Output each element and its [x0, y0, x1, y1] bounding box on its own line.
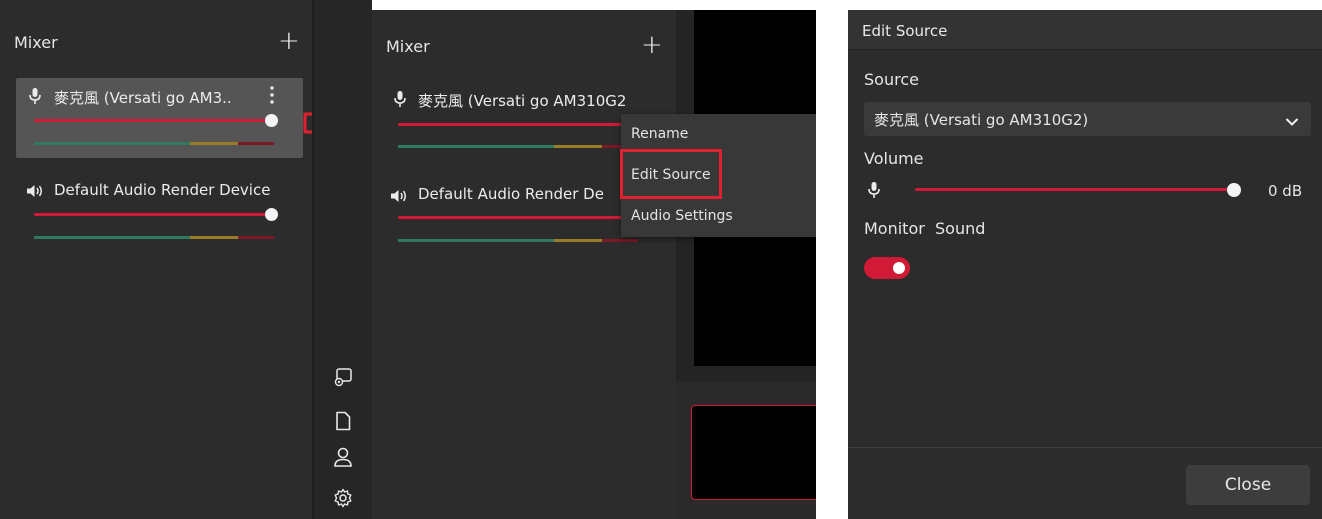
volume-label: Volume	[864, 149, 924, 168]
left-mixer-item-label: Default Audio Render Device	[54, 181, 271, 199]
left-volume-slider-handle[interactable]	[265, 114, 278, 127]
microphone-icon	[28, 87, 42, 109]
dialog-footer-divider	[848, 447, 1322, 448]
left-add-source-button[interactable]: +	[278, 28, 300, 54]
middle-level-meter	[398, 239, 638, 242]
source-label: Source	[864, 70, 919, 89]
dialog-title-bar: Edit Source	[848, 10, 1322, 50]
middle-volume-slider-track[interactable]	[398, 216, 638, 219]
microphone-icon	[393, 90, 407, 112]
left-mixer-item-speaker[interactable]: Default Audio Render Device	[16, 172, 303, 252]
volume-value: 0 dB	[1268, 182, 1303, 200]
menu-item-rename[interactable]: Rename	[621, 114, 698, 154]
middle-mixer-panel: Mixer + 麥克風 (Versati go AM310G2 Default …	[372, 10, 676, 519]
source-select-value: 麥克風 (Versati go AM310G2)	[874, 111, 1089, 129]
left-mixer-panel: Mixer + 麥克風 (Versati go AM3.. Default Au…	[0, 0, 312, 519]
more-options-icon[interactable]	[267, 84, 277, 106]
middle-volume-slider-track[interactable]	[398, 123, 622, 126]
dialog-title: Edit Source	[862, 22, 948, 40]
gear-icon[interactable]	[332, 487, 354, 509]
left-volume-slider-track[interactable]	[34, 213, 272, 216]
left-level-meter	[34, 142, 274, 145]
left-mixer-item-microphone[interactable]: 麥克風 (Versati go AM3..	[16, 78, 303, 158]
left-volume-slider-handle[interactable]	[265, 208, 278, 221]
dialog-volume-slider-track[interactable]	[915, 188, 1235, 191]
edit-source-highlight-box	[620, 149, 722, 199]
middle-add-source-button[interactable]: +	[641, 32, 663, 58]
middle-mixer-item-label: 麥克風 (Versati go AM310G2	[418, 92, 627, 110]
user-icon[interactable]	[332, 446, 354, 468]
close-button[interactable]: Close	[1186, 465, 1310, 505]
vertical-sidebar	[312, 0, 372, 519]
preview-area-bottom	[676, 382, 821, 519]
left-level-meter	[34, 236, 274, 239]
middle-mixer-title: Mixer	[386, 37, 430, 56]
chevron-down-icon	[1285, 113, 1299, 131]
source-select[interactable]: 麥克風 (Versati go AM310G2)	[864, 102, 1311, 136]
speaker-icon	[26, 183, 44, 202]
document-icon[interactable]	[332, 410, 354, 432]
menu-item-audio-settings[interactable]: Audio Settings	[621, 196, 743, 236]
edit-source-dialog: Edit Source Source 麥克風 (Versati go AM310…	[848, 10, 1322, 519]
left-mixer-item-label: 麥克風 (Versati go AM3..	[54, 89, 232, 107]
monitor-sound-label: Monitor Sound	[864, 219, 986, 238]
dialog-volume-slider-handle[interactable]	[1227, 183, 1241, 197]
middle-mixer-item-label: Default Audio Render De	[418, 185, 604, 203]
microphone-icon	[867, 181, 881, 203]
left-volume-slider-track[interactable]	[34, 119, 272, 122]
left-mixer-title: Mixer	[14, 33, 58, 52]
preview-thumbnail[interactable]	[691, 405, 821, 500]
middle-level-meter	[398, 145, 638, 148]
screen-settings-icon[interactable]	[332, 366, 354, 388]
speaker-icon	[390, 188, 408, 207]
monitor-sound-toggle[interactable]	[864, 257, 910, 279]
